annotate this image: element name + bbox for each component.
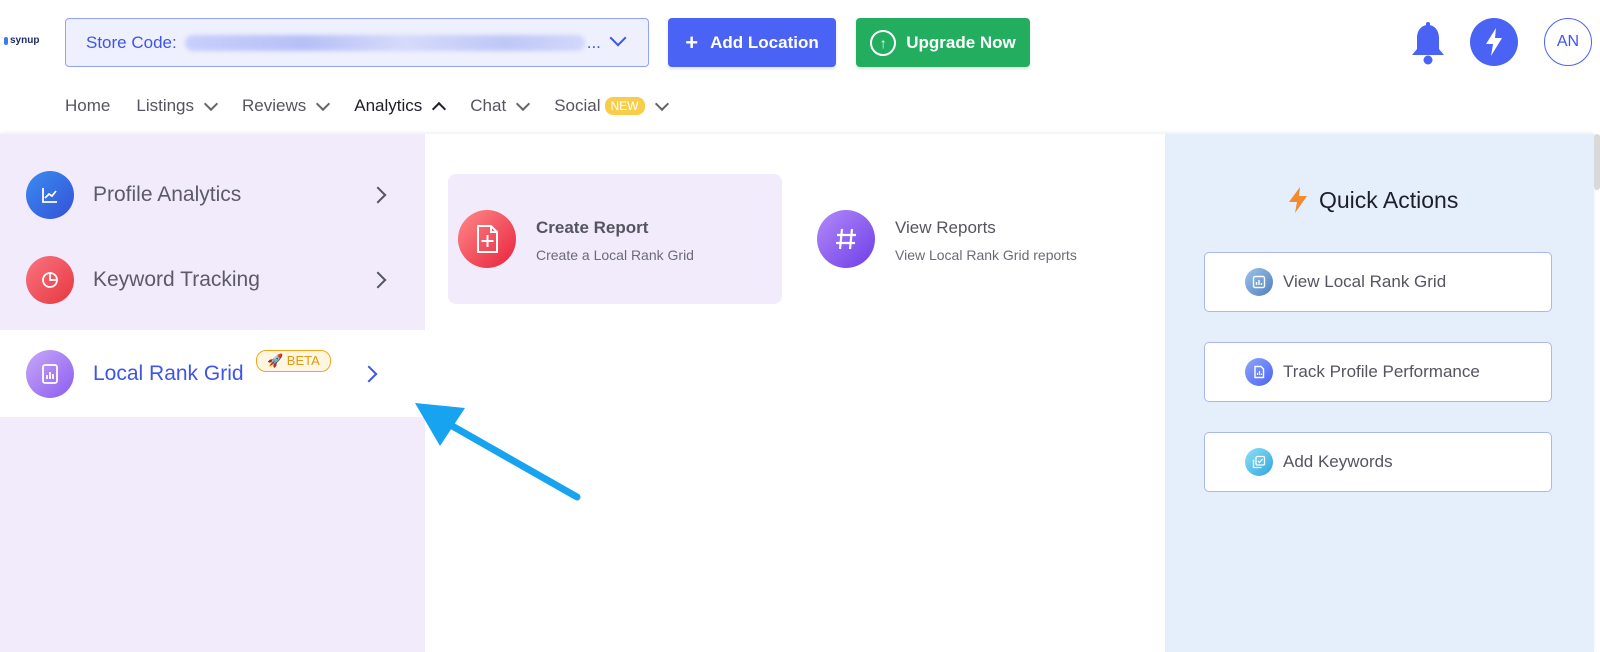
sidebar-item-label: Keyword Tracking	[93, 267, 260, 291]
quick-action-label: View Local Rank Grid	[1283, 272, 1447, 291]
chevron-down-icon	[516, 96, 531, 111]
nav-social[interactable]: Social NEW	[554, 96, 669, 116]
plus-icon: +	[685, 29, 699, 55]
analytics-sidebar: Profile Analytics Keyword Tracking Local…	[0, 134, 425, 652]
grid-report-icon	[1245, 268, 1273, 296]
view-reports-card[interactable]: View Reports View Local Rank Grid report…	[807, 174, 1141, 304]
top-bar: synup Store Code: ... + Add Location ↑ U…	[0, 0, 1600, 84]
analytics-dropdown-panel: Profile Analytics Keyword Tracking Local…	[0, 134, 1594, 652]
create-report-card[interactable]: Create Report Create a Local Rank Grid	[448, 174, 782, 304]
chevron-right-icon	[369, 271, 387, 288]
quick-action-label: Track Profile Performance	[1283, 362, 1480, 381]
chevron-down-icon	[316, 96, 331, 111]
card-title: Create Report	[536, 218, 649, 237]
lightning-button[interactable]	[1470, 18, 1518, 66]
analytics-content: Create Report Create a Local Rank Grid V…	[425, 134, 1165, 652]
add-keywords-button[interactable]: Add Keywords	[1204, 432, 1552, 492]
nav-reviews[interactable]: Reviews	[242, 96, 331, 116]
add-location-label: Add Location	[710, 32, 819, 52]
arrow-up-circle-icon: ↑	[870, 29, 897, 56]
synup-logo[interactable]: synup	[4, 35, 39, 46]
chevron-down-icon	[609, 29, 627, 47]
user-avatar[interactable]: AN	[1544, 18, 1592, 66]
nav-analytics[interactable]: Analytics	[354, 96, 447, 116]
chevron-down-icon	[654, 96, 669, 111]
chevron-down-icon	[203, 96, 219, 111]
sidebar-item-label: Profile Analytics	[93, 182, 242, 206]
card-subtitle: Create a Local Rank Grid	[536, 247, 694, 263]
upgrade-now-button[interactable]: ↑ Upgrade Now	[856, 18, 1030, 67]
main-nav: Home Listings Reviews Analytics Chat Soc…	[65, 92, 693, 120]
chevron-right-icon	[360, 365, 378, 382]
lightning-icon	[1289, 187, 1307, 213]
add-document-icon	[458, 210, 516, 268]
chevron-up-icon	[432, 101, 447, 116]
chevron-right-icon	[369, 186, 387, 203]
scrollbar-thumb[interactable]	[1594, 134, 1600, 190]
lightning-icon	[1486, 28, 1502, 56]
nav-home[interactable]: Home	[65, 96, 110, 116]
bar-report-icon	[26, 349, 74, 398]
quick-actions-panel: Quick Actions View Local Rank Grid Track…	[1165, 134, 1594, 652]
sidebar-item-label: Local Rank Grid	[93, 361, 244, 385]
nav-listings[interactable]: Listings	[136, 96, 219, 116]
line-chart-icon	[26, 170, 74, 219]
nav-social-label: Social	[554, 96, 601, 115]
nav-chat-label: Chat	[470, 96, 507, 115]
store-code-ellipsis: ...	[586, 32, 601, 52]
sidebar-item-profile-analytics[interactable]: Profile Analytics	[0, 151, 425, 238]
logo-text: synup	[10, 35, 40, 46]
hash-icon	[817, 210, 875, 268]
bell-icon[interactable]	[1408, 22, 1448, 66]
upgrade-now-label: Upgrade Now	[906, 32, 1016, 52]
nav-listings-label: Listings	[136, 96, 194, 115]
card-title: View Reports	[895, 218, 996, 237]
beta-badge: 🚀 BETA	[256, 350, 331, 372]
nav-home-label: Home	[65, 96, 111, 115]
sidebar-item-keyword-tracking[interactable]: Keyword Tracking	[0, 236, 425, 323]
pie-chart-icon	[26, 255, 74, 304]
quick-action-label: Add Keywords	[1283, 452, 1393, 471]
copy-check-icon	[1245, 448, 1273, 476]
new-badge: NEW	[604, 97, 645, 115]
add-location-button[interactable]: + Add Location	[668, 18, 836, 67]
store-code-value-redacted	[184, 34, 585, 51]
store-code-label: Store Code:	[86, 32, 177, 52]
sidebar-item-local-rank-grid[interactable]: Local Rank Grid 🚀 BETA	[0, 330, 425, 417]
store-code-selector[interactable]: Store Code: ...	[65, 18, 649, 67]
track-profile-performance-button[interactable]: Track Profile Performance	[1204, 342, 1552, 402]
document-chart-icon	[1245, 358, 1273, 386]
quick-actions-heading: Quick Actions	[1319, 186, 1459, 213]
quick-actions-title: Quick Actions	[1287, 186, 1458, 214]
nav-analytics-label: Analytics	[354, 96, 423, 115]
nav-chat[interactable]: Chat	[470, 96, 531, 116]
card-subtitle: View Local Rank Grid reports	[895, 247, 1077, 263]
view-local-rank-grid-button[interactable]: View Local Rank Grid	[1204, 252, 1552, 312]
nav-reviews-label: Reviews	[242, 96, 307, 115]
